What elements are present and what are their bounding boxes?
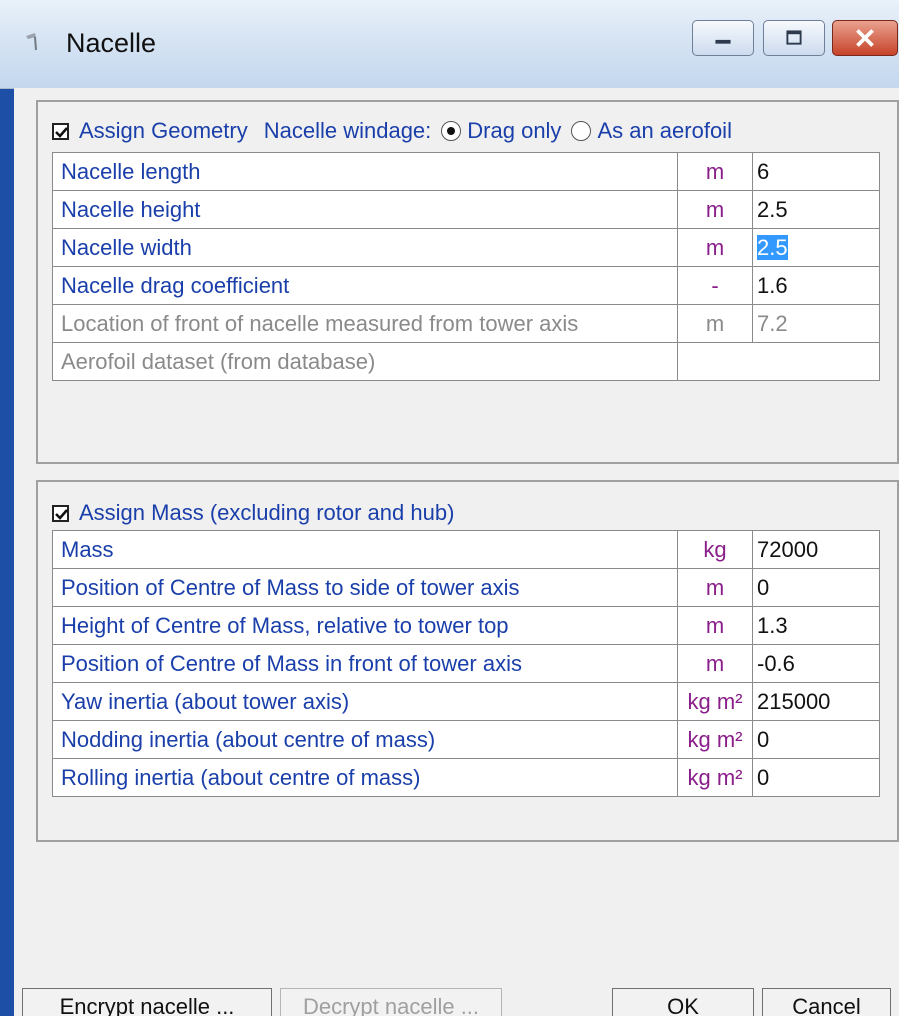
- mass-table: Mass kg 72000 Position of Centre of Mass…: [52, 530, 880, 797]
- button-bar: Encrypt nacelle ... Decrypt nacelle ... …: [14, 976, 899, 1016]
- row-unit: m: [677, 152, 753, 191]
- window-title: Nacelle: [66, 28, 157, 58]
- table-row: Mass kg 72000: [52, 530, 880, 569]
- row-unit: m: [677, 228, 753, 267]
- checkmark-icon: [55, 127, 68, 138]
- com-front-input[interactable]: -0.6: [752, 644, 880, 683]
- assign-mass-label: Assign Mass (excluding rotor and hub): [79, 500, 455, 525]
- close-button[interactable]: [832, 20, 898, 56]
- windage-drag-only-radio[interactable]: [441, 121, 462, 141]
- row-label: Yaw inertia (about tower axis): [52, 682, 678, 721]
- row-label: Mass: [52, 530, 678, 569]
- table-row: Nacelle width m 2.5: [52, 228, 880, 267]
- row-unit: m: [677, 568, 753, 607]
- table-row: Location of front of nacelle measured fr…: [52, 304, 880, 343]
- table-row: Aerofoil dataset (from database): [52, 342, 880, 381]
- mass-header: Assign Mass (excluding rotor and hub): [52, 500, 454, 526]
- row-unit: m: [677, 304, 753, 343]
- row-label: Nacelle width: [52, 228, 678, 267]
- geometry-table: Nacelle length m 6 Nacelle height m 2.5 …: [52, 152, 880, 381]
- table-row: Yaw inertia (about tower axis) kg m² 215…: [52, 682, 880, 721]
- row-label: Nacelle height: [52, 190, 678, 229]
- row-unit: m: [677, 644, 753, 683]
- nacelle-width-input[interactable]: 2.5: [752, 228, 880, 267]
- table-row: Position of Centre of Mass to side of to…: [52, 568, 880, 607]
- encrypt-nacelle-button[interactable]: Encrypt nacelle ...: [22, 988, 272, 1016]
- row-unit: -: [677, 266, 753, 305]
- com-side-input[interactable]: 0: [752, 568, 880, 607]
- row-unit: m: [677, 606, 753, 645]
- nacelle-dialog: Nacelle Assign Geometry Nacelle windage: D…: [0, 0, 899, 1016]
- table-row: Rolling inertia (about centre of mass) k…: [52, 758, 880, 797]
- app-icon: [26, 33, 37, 51]
- nacelle-height-input[interactable]: 2.5: [752, 190, 880, 229]
- row-label: Nodding inertia (about centre of mass): [52, 720, 678, 759]
- yaw-inertia-input[interactable]: 215000: [752, 682, 880, 721]
- nodding-inertia-input[interactable]: 0: [752, 720, 880, 759]
- minimize-icon: [715, 39, 731, 44]
- table-row: Nacelle drag coefficient - 1.6: [52, 266, 880, 305]
- nacelle-windage-label: Nacelle windage:: [263, 118, 432, 143]
- row-unit: kg: [677, 530, 753, 569]
- drag-coefficient-input[interactable]: 1.6: [752, 266, 880, 305]
- row-unit: m: [677, 190, 753, 229]
- assign-geometry-label: Assign Geometry: [79, 118, 248, 143]
- minimize-button[interactable]: [692, 20, 754, 56]
- row-label: Position of Centre of Mass in front of t…: [52, 644, 678, 683]
- maximize-button[interactable]: [763, 20, 825, 56]
- nacelle-length-input[interactable]: 6: [752, 152, 880, 191]
- row-label: Position of Centre of Mass to side of to…: [52, 568, 678, 607]
- close-icon: [856, 29, 874, 47]
- windage-aerofoil-radio[interactable]: [571, 121, 592, 141]
- windage-drag-only-label[interactable]: Drag only: [467, 118, 561, 143]
- mass-input[interactable]: 72000: [752, 530, 880, 569]
- front-location-input: 7.2: [752, 304, 880, 343]
- mass-group: Assign Mass (excluding rotor and hub) Ma…: [36, 480, 899, 842]
- dialog-body: Assign Geometry Nacelle windage: Drag only…: [14, 88, 899, 1016]
- com-height-input[interactable]: 1.3: [752, 606, 880, 645]
- row-unit: kg m²: [677, 720, 753, 759]
- title-bar[interactable]: Nacelle: [0, 0, 899, 89]
- row-label: Rolling inertia (about centre of mass): [52, 758, 678, 797]
- selected-text: 2.5: [757, 234, 788, 260]
- checkmark-icon: [55, 509, 68, 520]
- table-row: Nodding inertia (about centre of mass) k…: [52, 720, 880, 759]
- assign-geometry-checkbox[interactable]: [52, 123, 69, 140]
- row-label: Nacelle length: [52, 152, 678, 191]
- table-row: Position of Centre of Mass in front of t…: [52, 644, 880, 683]
- geometry-group: Assign Geometry Nacelle windage: Drag only…: [36, 100, 899, 464]
- cancel-button[interactable]: Cancel: [762, 988, 891, 1016]
- row-label: Aerofoil dataset (from database): [52, 342, 678, 381]
- table-row: Height of Centre of Mass, relative to to…: [52, 606, 880, 645]
- decrypt-nacelle-button: Decrypt nacelle ...: [280, 988, 502, 1016]
- row-unit: kg m²: [677, 682, 753, 721]
- row-unit: kg m²: [677, 758, 753, 797]
- geometry-header: Assign Geometry Nacelle windage: Drag only…: [52, 118, 732, 144]
- restore-icon: [786, 30, 802, 45]
- row-label: Height of Centre of Mass, relative to to…: [52, 606, 678, 645]
- row-label: Location of front of nacelle measured fr…: [52, 304, 678, 343]
- assign-mass-checkbox[interactable]: [52, 505, 69, 522]
- rolling-inertia-input[interactable]: 0: [752, 758, 880, 797]
- row-label: Nacelle drag coefficient: [52, 266, 678, 305]
- table-row: Nacelle height m 2.5: [52, 190, 880, 229]
- table-row: Nacelle length m 6: [52, 152, 880, 191]
- ok-button[interactable]: OK: [612, 988, 754, 1016]
- windage-aerofoil-label[interactable]: As an aerofoil: [597, 118, 732, 143]
- row-unit: [677, 342, 880, 381]
